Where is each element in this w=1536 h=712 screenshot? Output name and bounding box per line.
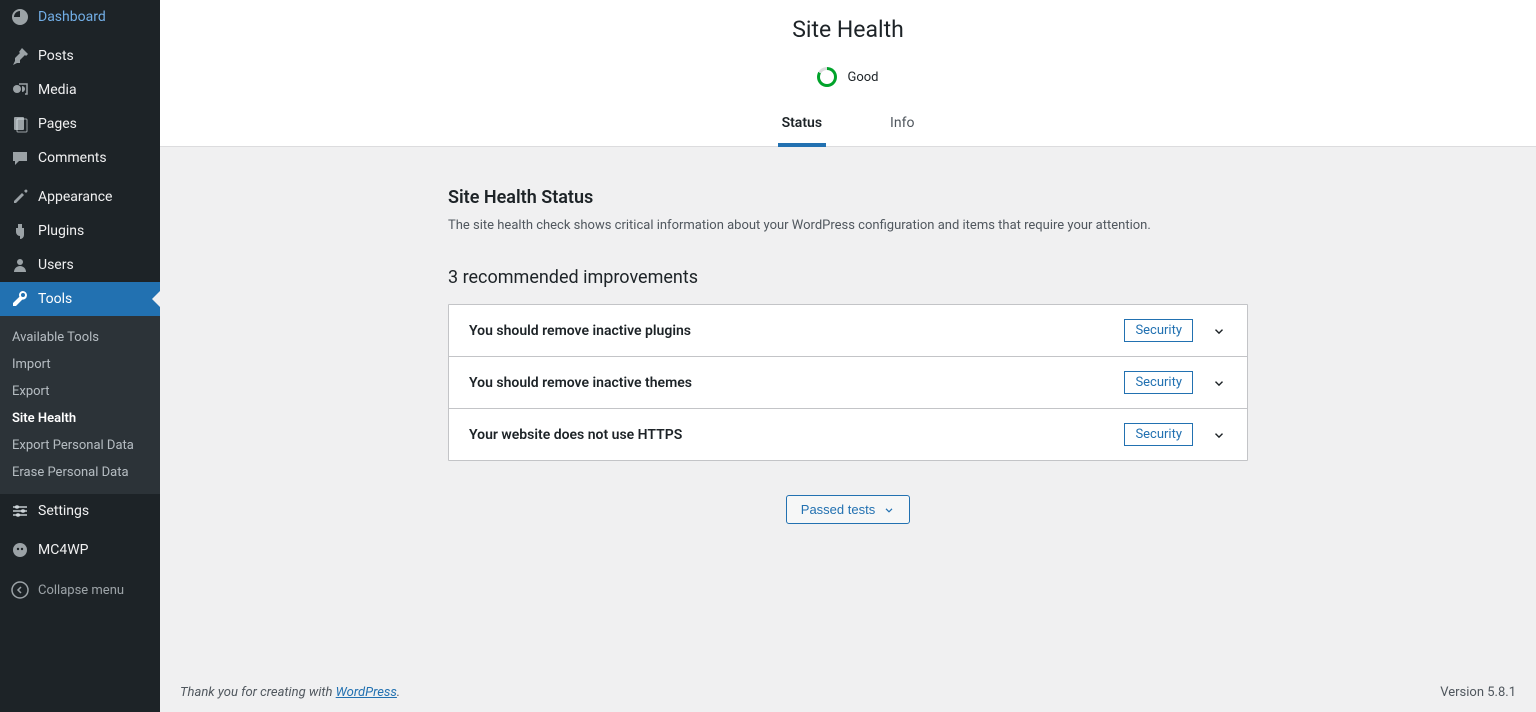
sidebar-item-label: Pages <box>38 116 152 132</box>
sidebar-item-posts[interactable]: Posts <box>0 39 160 73</box>
collapse-menu-button[interactable]: Collapse menu <box>0 572 160 608</box>
sidebar-item-label: Posts <box>38 48 152 64</box>
submenu-export-personal-data[interactable]: Export Personal Data <box>0 432 160 459</box>
health-progress-icon <box>817 67 837 87</box>
sidebar-item-label: Plugins <box>38 223 152 239</box>
chevron-down-icon <box>1211 375 1227 391</box>
improvement-title: Your website does not use HTTPS <box>469 427 1124 443</box>
sidebar-item-label: Dashboard <box>38 9 152 25</box>
improvement-row[interactable]: Your website does not use HTTPS Security <box>449 408 1247 460</box>
comments-icon <box>10 148 30 168</box>
admin-footer: Thank you for creating with WordPress. V… <box>160 672 1536 712</box>
sidebar-item-label: Tools <box>38 291 152 307</box>
sidebar-item-label: Users <box>38 257 152 273</box>
sidebar-item-tools[interactable]: Tools <box>0 282 160 316</box>
page-title: Site Health <box>160 16 1536 43</box>
sidebar-item-media[interactable]: Media <box>0 73 160 107</box>
submenu-site-health[interactable]: Site Health <box>0 405 160 432</box>
appearance-icon <box>10 187 30 207</box>
passed-tests-label: Passed tests <box>801 502 875 517</box>
category-badge: Security <box>1124 319 1193 342</box>
collapse-label: Collapse menu <box>38 583 124 598</box>
mc4wp-icon <box>10 540 30 560</box>
sidebar-item-dashboard[interactable]: Dashboard <box>0 0 160 34</box>
submenu-erase-personal-data[interactable]: Erase Personal Data <box>0 459 160 486</box>
health-status-label: Good <box>847 70 878 85</box>
category-badge: Security <box>1124 423 1193 446</box>
improvement-row[interactable]: You should remove inactive themes Securi… <box>449 356 1247 408</box>
footer-thanks: Thank you for creating with WordPress. <box>180 685 400 700</box>
sidebar-item-comments[interactable]: Comments <box>0 141 160 175</box>
submenu-export[interactable]: Export <box>0 378 160 405</box>
sidebar-item-label: Appearance <box>38 189 152 205</box>
sidebar-item-users[interactable]: Users <box>0 248 160 282</box>
submenu-import[interactable]: Import <box>0 351 160 378</box>
chevron-down-icon <box>883 504 895 516</box>
sidebar-item-label: Comments <box>38 150 152 166</box>
media-icon <box>10 80 30 100</box>
improvements-heading: 3 recommended improvements <box>448 267 1248 288</box>
header: Site Health Good Status Info <box>160 0 1536 147</box>
wordpress-link[interactable]: WordPress <box>336 685 397 700</box>
sidebar-item-plugins[interactable]: Plugins <box>0 214 160 248</box>
dashboard-icon <box>10 7 30 27</box>
category-badge: Security <box>1124 371 1193 394</box>
settings-icon <box>10 501 30 521</box>
tabs: Status Info <box>160 105 1536 147</box>
improvement-title: You should remove inactive plugins <box>469 323 1124 339</box>
collapse-icon <box>10 580 30 600</box>
chevron-down-icon <box>1211 427 1227 443</box>
sidebar-item-label: Media <box>38 82 152 98</box>
plugins-icon <box>10 221 30 241</box>
improvements-list: You should remove inactive plugins Secur… <box>448 304 1248 461</box>
tools-icon <box>10 289 30 309</box>
sidebar-item-settings[interactable]: Settings <box>0 494 160 528</box>
sidebar-item-label: MC4WP <box>38 542 152 558</box>
sidebar-item-pages[interactable]: Pages <box>0 107 160 141</box>
users-icon <box>10 255 30 275</box>
tab-info[interactable]: Info <box>886 105 918 147</box>
section-description: The site health check shows critical inf… <box>448 218 1248 233</box>
passed-tests-button[interactable]: Passed tests <box>786 495 910 524</box>
health-indicator: Good <box>160 67 1536 87</box>
section-title: Site Health Status <box>448 187 1248 208</box>
submenu-available-tools[interactable]: Available Tools <box>0 324 160 351</box>
sidebar-item-appearance[interactable]: Appearance <box>0 180 160 214</box>
sidebar-item-label: Settings <box>38 503 152 519</box>
tools-submenu: Available Tools Import Export Site Healt… <box>0 316 160 494</box>
tab-status[interactable]: Status <box>778 105 826 147</box>
admin-sidebar: Dashboard Posts Media Pages Comments App… <box>0 0 160 712</box>
chevron-down-icon <box>1211 323 1227 339</box>
pages-icon <box>10 114 30 134</box>
improvement-row[interactable]: You should remove inactive plugins Secur… <box>449 305 1247 356</box>
content-area: Site Health Good Status Info Site Health… <box>160 0 1536 712</box>
body: Site Health Status The site health check… <box>160 147 1536 712</box>
pin-icon <box>10 46 30 66</box>
sidebar-item-mc4wp[interactable]: MC4WP <box>0 533 160 567</box>
footer-version: Version 5.8.1 <box>1440 685 1516 700</box>
improvement-title: You should remove inactive themes <box>469 375 1124 391</box>
